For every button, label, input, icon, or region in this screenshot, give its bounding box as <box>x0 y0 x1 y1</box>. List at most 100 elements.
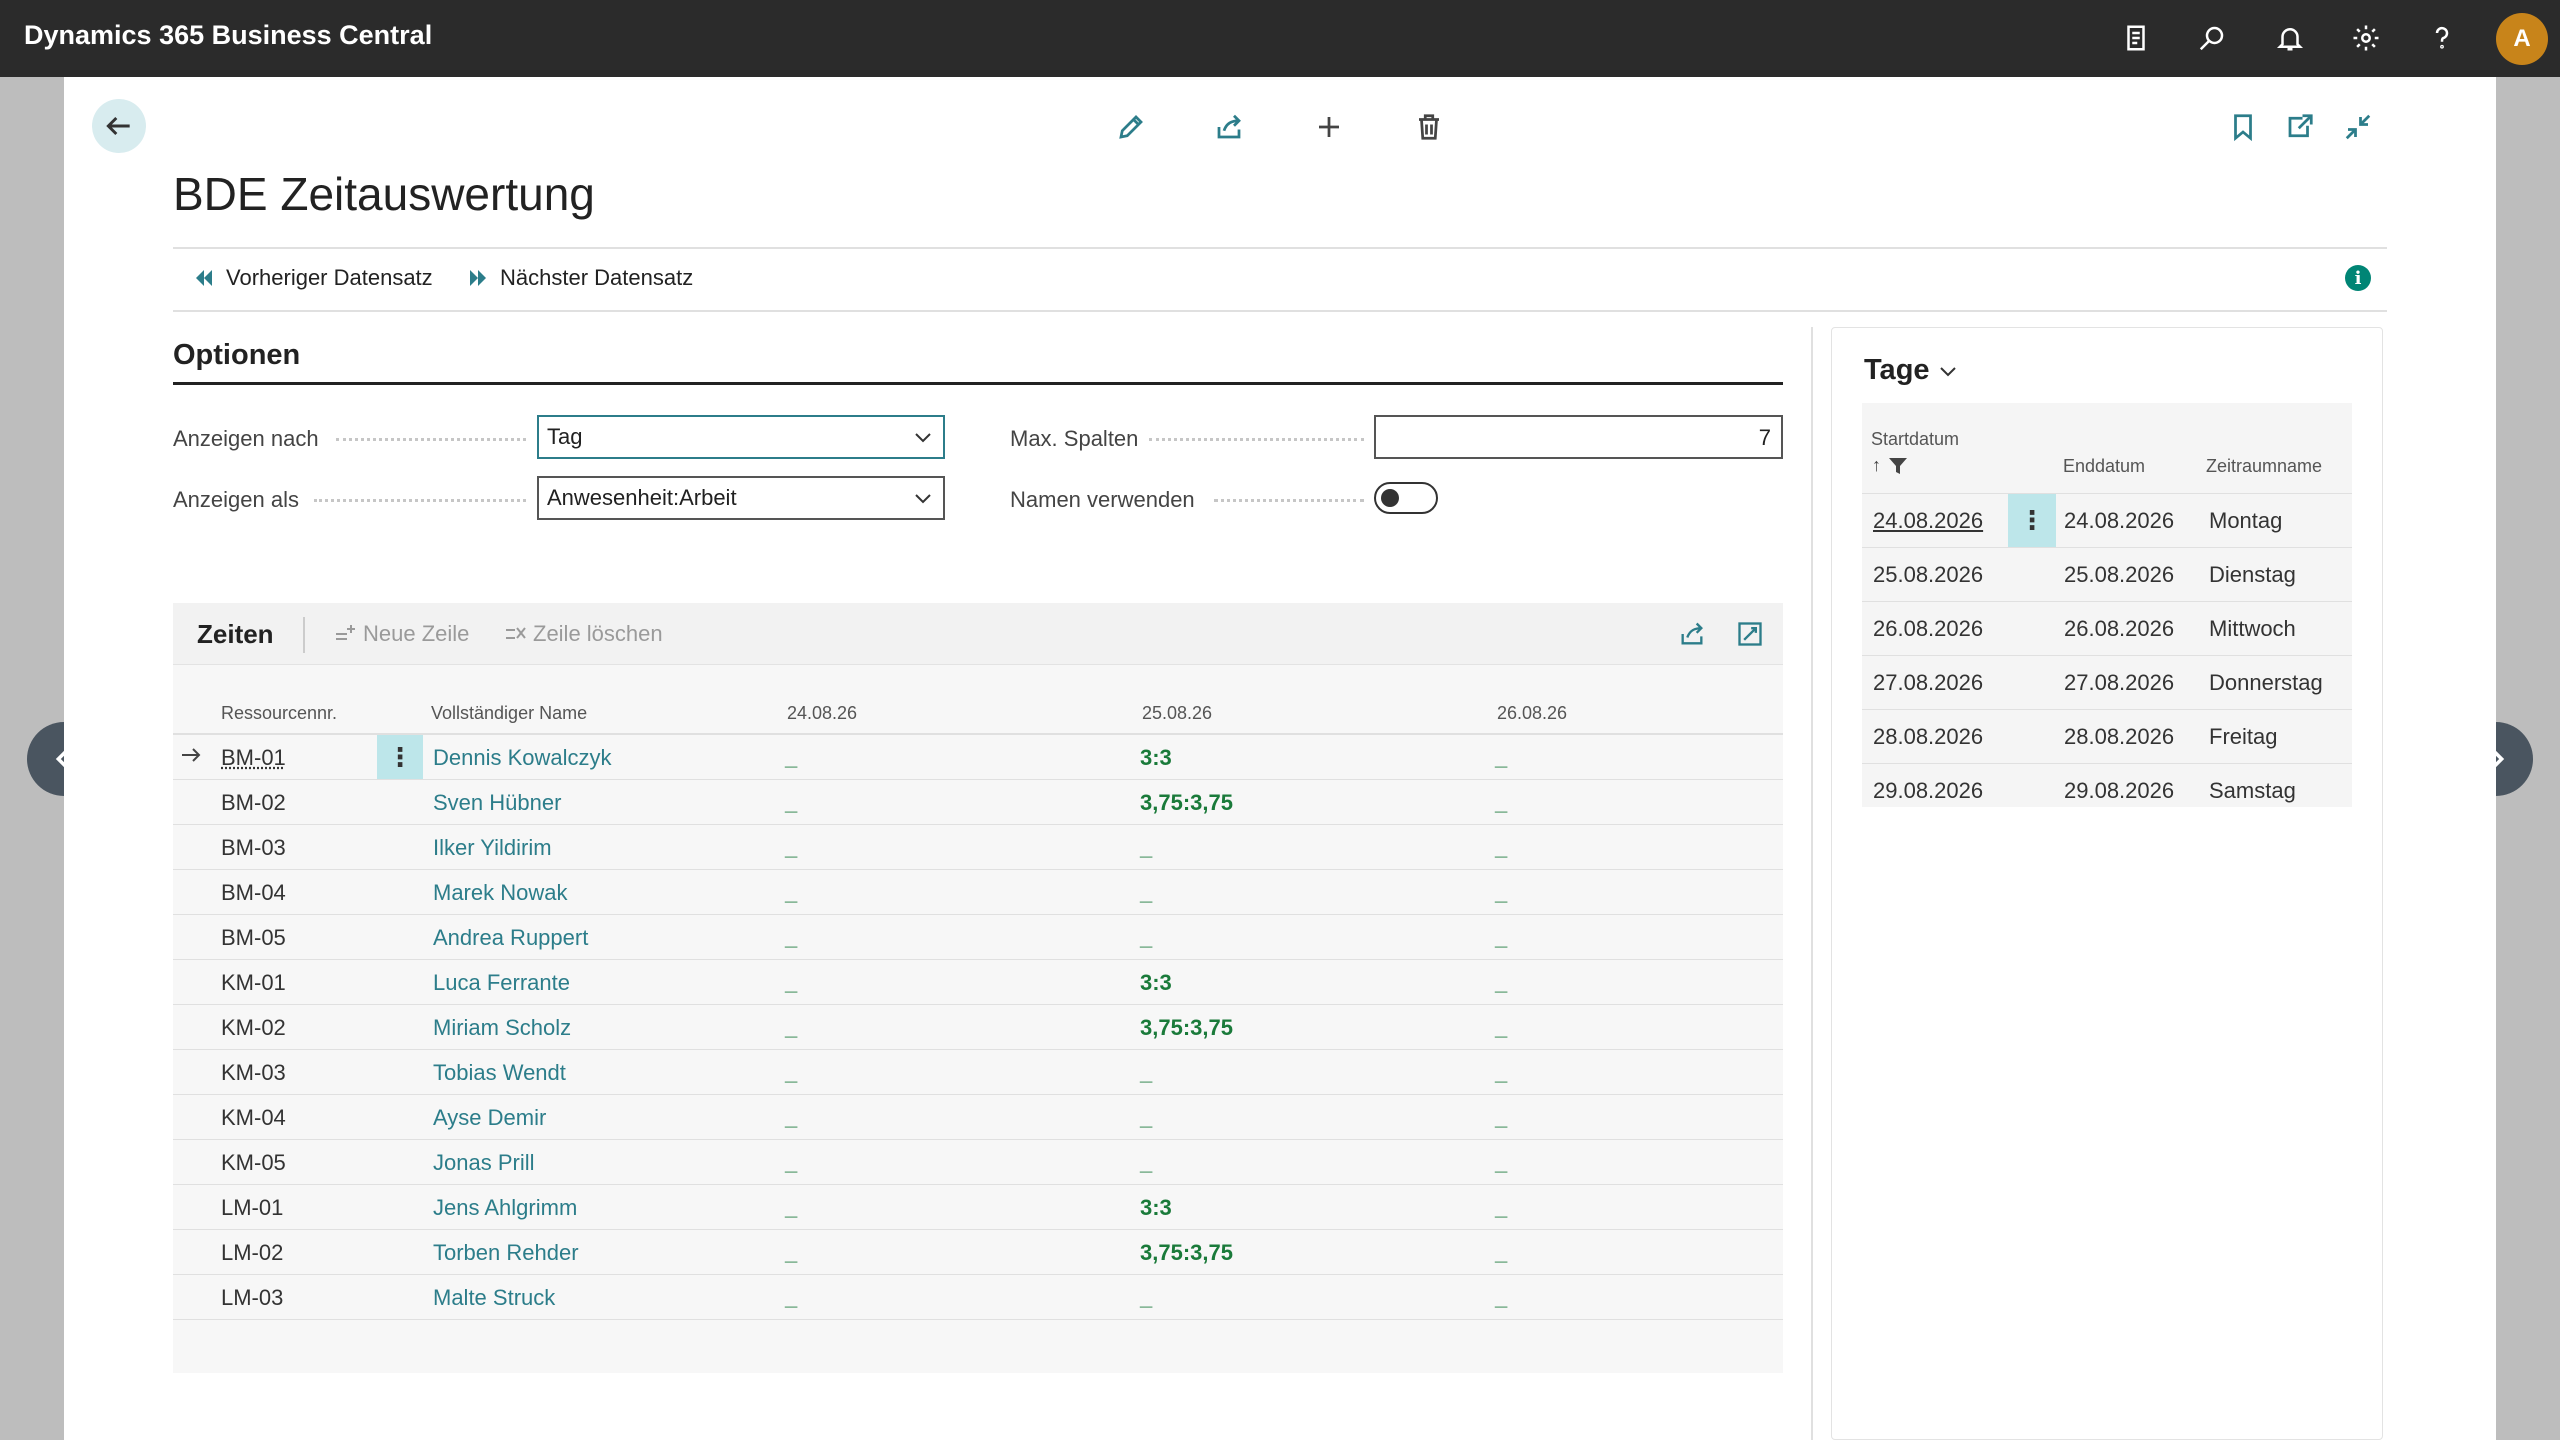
day-value-cell[interactable]: _ <box>1495 1285 1507 1311</box>
table-row[interactable]: 25.08.2026 25.08.2026 Dienstag <box>1862 547 2352 601</box>
column-header[interactable]: Zeitraumname <box>2206 456 2322 477</box>
previous-record-link[interactable]: Vorheriger Datensatz <box>192 265 433 291</box>
share-subpage-button[interactable] <box>1675 617 1709 651</box>
period-name-cell[interactable]: Dienstag <box>2209 562 2296 588</box>
day-value-cell[interactable]: _ <box>1140 1105 1152 1131</box>
day-value-cell[interactable]: _ <box>1140 1285 1152 1311</box>
day-value-cell[interactable]: _ <box>1495 745 1507 771</box>
table-row[interactable]: KM-04 Ayse Demir _ _ _ <box>173 1095 1783 1140</box>
table-row[interactable]: BM-04 Marek Nowak _ _ _ <box>173 870 1783 915</box>
start-date-cell[interactable]: 27.08.2026 <box>1873 670 1983 696</box>
full-name-cell[interactable]: Sven Hübner <box>433 790 561 816</box>
resource-no-cell[interactable]: LM-02 <box>221 1240 283 1266</box>
column-header[interactable]: Startdatum <box>1871 429 1959 450</box>
back-button[interactable] <box>92 99 146 153</box>
full-name-cell[interactable]: Tobias Wendt <box>433 1060 566 1086</box>
bookmark-button[interactable] <box>2223 107 2263 147</box>
day-value-cell[interactable]: 3,75:3,75 <box>1140 1240 1233 1266</box>
delete-button[interactable] <box>1409 107 1449 147</box>
day-value-cell[interactable]: _ <box>1495 925 1507 951</box>
table-row[interactable]: LM-03 Malte Struck _ _ _ <box>173 1275 1783 1320</box>
table-row[interactable]: BM-05 Andrea Ruppert _ _ _ <box>173 915 1783 960</box>
full-name-cell[interactable]: Marek Nowak <box>433 880 567 906</box>
column-header[interactable]: 26.08.26 <box>1497 703 1567 724</box>
full-name-cell[interactable]: Miriam Scholz <box>433 1015 571 1041</box>
table-row[interactable]: 28.08.2026 28.08.2026 Freitag <box>1862 709 2352 763</box>
day-value-cell[interactable]: _ <box>1495 835 1507 861</box>
document-icon[interactable] <box>2116 18 2156 58</box>
column-header[interactable]: Enddatum <box>2063 456 2145 477</box>
table-row[interactable]: BM-02 Sven Hübner _ 3,75:3,75 _ <box>173 780 1783 825</box>
resource-no-cell[interactable]: LM-03 <box>221 1285 283 1311</box>
day-value-cell[interactable]: 3,75:3,75 <box>1140 1015 1233 1041</box>
day-value-cell[interactable]: 3:3 <box>1140 745 1172 771</box>
use-names-toggle[interactable] <box>1374 482 1438 514</box>
day-value-cell[interactable]: _ <box>785 925 797 951</box>
share-button[interactable] <box>1209 107 1249 147</box>
day-value-cell[interactable]: 3,75:3,75 <box>1140 790 1233 816</box>
table-row[interactable]: 24.08.2026 ⋮ 24.08.2026 Montag <box>1862 493 2352 547</box>
search-icon[interactable] <box>2192 18 2232 58</box>
resource-no-cell[interactable]: BM-01 <box>221 745 286 771</box>
day-value-cell[interactable]: 3:3 <box>1140 970 1172 996</box>
resource-no-cell[interactable]: KM-05 <box>221 1150 286 1176</box>
row-menu-button[interactable]: ⋮ <box>377 735 423 779</box>
expand-subpage-button[interactable] <box>1733 617 1767 651</box>
show-as-select[interactable]: Anwesenheit:Arbeit <box>537 476 945 520</box>
open-new-window-button[interactable] <box>2280 107 2320 147</box>
new-button[interactable] <box>1309 107 1349 147</box>
day-value-cell[interactable]: _ <box>785 1150 797 1176</box>
resource-no-cell[interactable]: KM-03 <box>221 1060 286 1086</box>
resource-no-cell[interactable]: BM-03 <box>221 835 286 861</box>
new-line-button[interactable]: Neue Zeile <box>333 621 469 647</box>
day-value-cell[interactable]: _ <box>1495 970 1507 996</box>
day-value-cell[interactable]: 3:3 <box>1140 1195 1172 1221</box>
sort-ascending-icon[interactable]: ↑ <box>1872 455 1881 476</box>
end-date-cell[interactable]: 24.08.2026 <box>2064 508 2174 534</box>
table-row[interactable]: 26.08.2026 26.08.2026 Mittwoch <box>1862 601 2352 655</box>
column-header[interactable]: 24.08.26 <box>787 703 857 724</box>
full-name-cell[interactable]: Torben Rehder <box>433 1240 579 1266</box>
day-value-cell[interactable]: _ <box>1140 835 1152 861</box>
day-value-cell[interactable]: _ <box>785 1105 797 1131</box>
end-date-cell[interactable]: 27.08.2026 <box>2064 670 2174 696</box>
day-value-cell[interactable]: _ <box>1495 1105 1507 1131</box>
day-value-cell[interactable]: _ <box>785 970 797 996</box>
day-value-cell[interactable]: _ <box>785 1240 797 1266</box>
period-name-cell[interactable]: Samstag <box>2209 778 2296 804</box>
table-row[interactable]: ⋮ BM-01 Dennis Kowalczyk _ 3:3 _ <box>173 735 1783 780</box>
max-columns-input[interactable]: 7 <box>1374 415 1783 459</box>
table-row[interactable]: BM-03 Ilker Yildirim _ _ _ <box>173 825 1783 870</box>
row-menu-button[interactable]: ⋮ <box>2008 494 2056 547</box>
day-value-cell[interactable]: _ <box>785 880 797 906</box>
table-row[interactable]: LM-01 Jens Ahlgrimm _ 3:3 _ <box>173 1185 1783 1230</box>
day-value-cell[interactable]: _ <box>785 1195 797 1221</box>
delete-line-button[interactable]: Zeile löschen <box>503 621 663 647</box>
start-date-cell[interactable]: 24.08.2026 <box>1873 508 1983 534</box>
day-value-cell[interactable]: _ <box>1495 790 1507 816</box>
options-section-title[interactable]: Optionen <box>173 339 300 372</box>
day-value-cell[interactable]: _ <box>1495 1240 1507 1266</box>
full-name-cell[interactable]: Ayse Demir <box>433 1105 546 1131</box>
info-icon[interactable]: i <box>2345 265 2371 291</box>
column-header[interactable]: Vollständiger Name <box>431 703 587 724</box>
day-value-cell[interactable]: _ <box>785 745 797 771</box>
end-date-cell[interactable]: 29.08.2026 <box>2064 778 2174 804</box>
day-value-cell[interactable]: _ <box>785 1285 797 1311</box>
start-date-cell[interactable]: 28.08.2026 <box>1873 724 1983 750</box>
full-name-cell[interactable]: Jens Ahlgrimm <box>433 1195 577 1221</box>
start-date-cell[interactable]: 25.08.2026 <box>1873 562 1983 588</box>
zeiten-title[interactable]: Zeiten <box>197 619 274 650</box>
day-value-cell[interactable]: _ <box>1140 1150 1152 1176</box>
avatar[interactable]: A <box>2496 13 2548 65</box>
filter-icon[interactable] <box>1888 457 1908 480</box>
end-date-cell[interactable]: 25.08.2026 <box>2064 562 2174 588</box>
app-title[interactable]: Dynamics 365 Business Central <box>24 20 432 51</box>
resource-no-cell[interactable]: KM-01 <box>221 970 286 996</box>
tage-title[interactable]: Tage <box>1864 354 1960 387</box>
day-value-cell[interactable]: _ <box>1140 925 1152 951</box>
period-name-cell[interactable]: Donnerstag <box>2209 670 2323 696</box>
resource-no-cell[interactable]: BM-05 <box>221 925 286 951</box>
period-name-cell[interactable]: Montag <box>2209 508 2282 534</box>
help-icon[interactable] <box>2422 18 2462 58</box>
